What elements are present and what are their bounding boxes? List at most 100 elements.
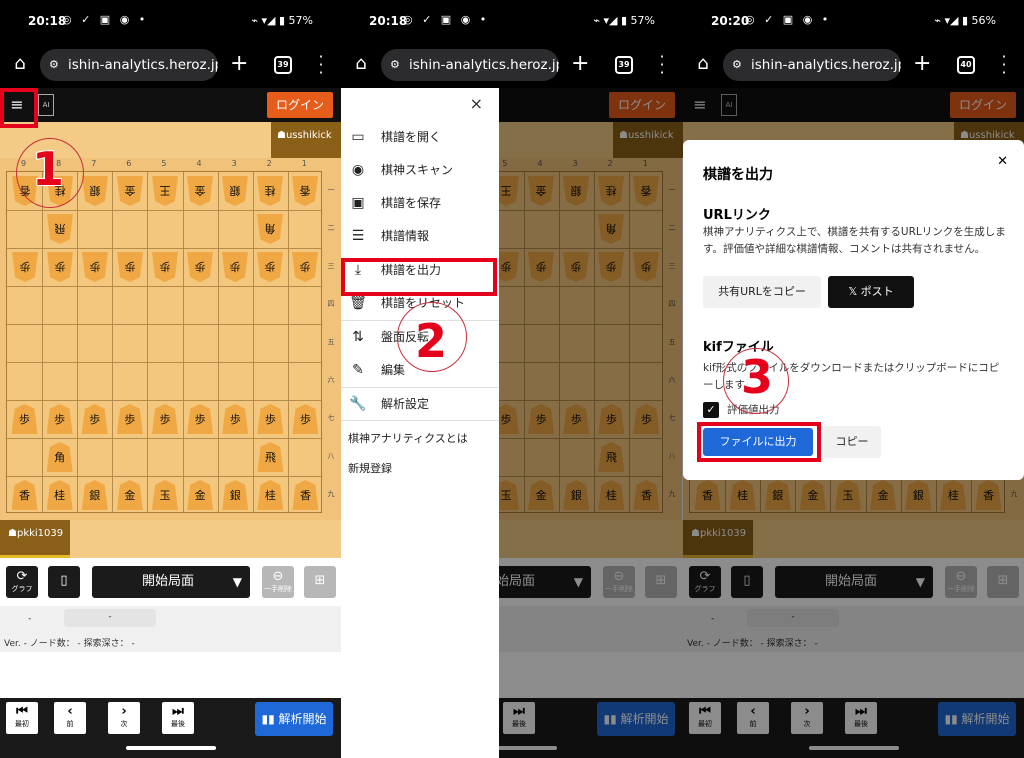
copy-button[interactable]: コピー <box>823 426 881 458</box>
shogi-piece[interactable]: 金 <box>116 480 143 510</box>
shogi-piece[interactable]: 歩 <box>81 404 108 434</box>
shogi-piece[interactable]: 銀 <box>222 480 249 510</box>
shogi-piece[interactable]: 歩 <box>257 404 284 434</box>
undo-move-button[interactable]: ⊖ 一手削除 <box>262 566 294 598</box>
nav-prev-button[interactable]: ‹前 <box>54 702 86 734</box>
notification-icons: ◎ ✓ ▣ ◉ • <box>403 13 490 26</box>
shogi-board[interactable]: 香桂銀金王金銀桂香飛角歩歩歩歩歩歩歩歩歩歩歩歩歩歩歩歩歩歩角飛香桂銀金玉金銀桂香 <box>6 171 322 513</box>
grid-line <box>287 172 289 512</box>
shogi-piece[interactable]: 香 <box>292 480 319 510</box>
shogi-piece[interactable]: 歩 <box>116 404 143 434</box>
shogi-piece[interactable]: 桂 <box>257 176 283 206</box>
step-number: 2 <box>414 314 448 368</box>
grid-line <box>182 172 184 512</box>
shogi-piece[interactable]: 歩 <box>222 404 249 434</box>
shogi-piece[interactable]: 銀 <box>222 176 248 206</box>
shogi-piece[interactable]: 歩 <box>187 252 213 282</box>
site-settings-icon[interactable]: ⚙ <box>390 49 400 81</box>
status-bar: 20:20 ◎ ✓ ▣ ◉ • ⌁ ▾◢ ▮ 56% <box>683 0 1024 42</box>
menu-item-4[interactable]: ☰ 棋譜情報 <box>341 220 499 253</box>
close-icon[interactable]: ✕ <box>997 154 1008 169</box>
shogi-piece[interactable]: 角 <box>46 442 73 472</box>
tab-count-button[interactable]: 39 <box>615 56 633 74</box>
grid-line <box>7 210 321 211</box>
site-settings-icon[interactable]: ⚙ <box>732 49 742 81</box>
shogi-piece[interactable]: 歩 <box>152 404 178 434</box>
shogi-piece[interactable]: 玉 <box>152 480 178 510</box>
shogi-piece[interactable]: 桂 <box>257 480 284 510</box>
site-settings-icon[interactable]: ⚙ <box>49 49 59 81</box>
address-bar[interactable]: ⚙ ishin-analytics.heroz.jp <box>381 49 559 81</box>
shogi-piece[interactable]: 銀 <box>81 480 108 510</box>
copy-share-url-button[interactable]: 共有URLをコピー <box>703 276 821 308</box>
menu-about-link[interactable]: 棋神アナリティクスとは <box>348 430 468 446</box>
shogi-piece[interactable]: 歩 <box>117 252 143 282</box>
home-icon[interactable]: ⌂ <box>10 54 30 74</box>
row-label: 四 <box>327 300 335 308</box>
shogi-piece[interactable]: 飛 <box>47 214 73 244</box>
status-bar: 20:18 ◎ ✓ ▣ ◉ • ⌁ ▾◢ ▮ 57% <box>341 0 683 42</box>
shogi-piece[interactable]: 角 <box>257 214 283 244</box>
shogi-piece[interactable]: 歩 <box>222 252 248 282</box>
menu-item-9[interactable]: 🔧 解析設定 <box>341 388 499 421</box>
tab-count-button[interactable]: 39 <box>274 56 292 74</box>
shogi-piece[interactable]: 歩 <box>82 252 108 282</box>
gesture-bar <box>126 746 216 750</box>
menu-item-3[interactable]: ▣ 棋譜を保存 <box>341 187 499 220</box>
browser-toolbar: ⌂ ⚙ ishin-analytics.heroz.jp +39 · · · <box>341 42 683 88</box>
start-analysis-button[interactable]: ▮▮ 解析開始 <box>255 702 333 736</box>
login-button[interactable]: ログイン <box>267 92 333 118</box>
menu-item-label: 棋神スキャン <box>381 163 454 177</box>
new-tab-button[interactable]: + <box>571 51 589 76</box>
shogi-piece[interactable]: 香 <box>11 480 38 510</box>
shogi-piece[interactable]: 歩 <box>187 404 214 434</box>
menu-register-link[interactable]: 新規登録 <box>348 460 392 476</box>
new-tab-button[interactable]: + <box>913 51 931 76</box>
battery-percent: 57% <box>288 14 313 27</box>
menu-item-2[interactable]: ◉ 棋神スキャン <box>341 154 499 187</box>
browser-menu-icon[interactable]: · · · <box>316 49 326 81</box>
shogi-piece[interactable]: 桂 <box>46 480 73 510</box>
nav-label: 最後 <box>171 720 185 728</box>
shogi-piece[interactable]: 歩 <box>292 252 318 282</box>
shogi-piece[interactable]: 飛 <box>257 442 284 472</box>
nav-first-button[interactable]: ⏮最初 <box>6 702 38 734</box>
position-select[interactable]: 開始局面 ▼ <box>92 566 250 598</box>
shogi-piece[interactable]: 歩 <box>12 252 38 282</box>
shogi-piece[interactable]: 金 <box>187 176 213 206</box>
shogi-piece[interactable]: 香 <box>292 176 318 206</box>
home-icon[interactable]: ⌂ <box>693 54 713 74</box>
shogi-piece[interactable]: 銀 <box>82 176 108 206</box>
browser-menu-icon[interactable]: · · · <box>657 49 667 81</box>
file-button[interactable]: ▯ <box>48 566 80 598</box>
shogi-piece[interactable]: 歩 <box>47 252 73 282</box>
nav-next-button[interactable]: ›次 <box>108 702 140 734</box>
app-logo[interactable]: AI <box>38 94 54 116</box>
nav-last-button[interactable]: ⏭ 最後 <box>162 702 194 734</box>
shogi-piece[interactable]: 歩 <box>152 252 178 282</box>
address-bar[interactable]: ⚙ ishin-analytics.heroz.jp <box>40 49 218 81</box>
home-icon[interactable]: ⌂ <box>351 54 371 74</box>
menu-item-1[interactable]: ▭ 棋譜を開く <box>341 121 499 154</box>
add-button[interactable]: ⊞ <box>304 566 336 598</box>
shogi-piece[interactable]: 金 <box>117 176 143 206</box>
save-icon: ▣ <box>351 195 365 211</box>
new-tab-button[interactable]: + <box>230 51 248 76</box>
post-button[interactable]: 𝕏 ポスト <box>828 276 914 308</box>
shogi-piece[interactable]: 歩 <box>292 404 319 434</box>
shogi-piece[interactable]: 歩 <box>46 404 73 434</box>
browser-menu-icon[interactable]: · · · <box>999 49 1009 81</box>
shogi-piece[interactable]: 王 <box>152 176 178 206</box>
eval-checkbox[interactable]: ✓ <box>703 402 719 418</box>
shogi-piece[interactable]: 歩 <box>257 252 283 282</box>
shogi-piece[interactable]: 金 <box>187 480 214 510</box>
tab-count-button[interactable]: 40 <box>957 56 975 74</box>
grid-line <box>7 248 321 249</box>
close-icon[interactable]: × <box>470 94 483 113</box>
battery-indicator: ⌁ ▾◢ ▮ 57% <box>593 14 655 27</box>
address-bar[interactable]: ⚙ ishin-analytics.heroz.jp <box>723 49 901 81</box>
chevron-down-icon: ▼ <box>232 575 242 589</box>
graph-button[interactable]: ⟳グラフ <box>6 566 38 598</box>
column-label: 2 <box>266 159 272 168</box>
shogi-piece[interactable]: 歩 <box>11 404 38 434</box>
